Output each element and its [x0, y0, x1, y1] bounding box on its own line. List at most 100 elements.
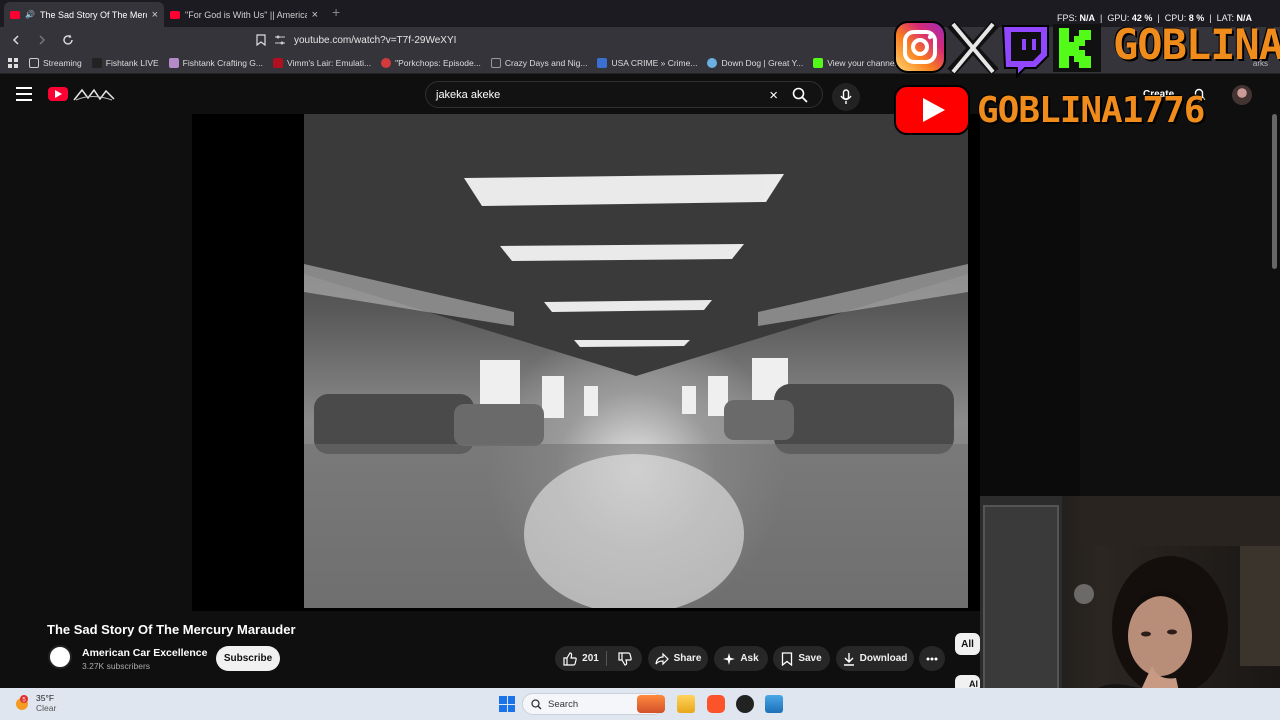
- stat-cpu-label: CPU: [1164, 13, 1184, 23]
- speaker-icon[interactable]: 🔊: [25, 10, 35, 19]
- weather-text: 35°F Clear: [36, 693, 56, 713]
- site-info-icon[interactable]: [274, 34, 286, 46]
- file-explorer-icon[interactable]: [677, 695, 695, 713]
- stream-social-overlay: GOBLINA911 GOBLINA1776: [893, 18, 1280, 136]
- bookmark-fishtank-crafting[interactable]: Fishtank Crafting G...: [168, 58, 263, 68]
- video-player[interactable]: [192, 114, 980, 611]
- bookmark-vimms-lair[interactable]: Vimm's Lair: Emulati...: [272, 58, 371, 68]
- channel-name[interactable]: American Car Excellence: [82, 647, 208, 659]
- instagram-icon: [894, 21, 946, 73]
- clear-search-icon[interactable]: ×: [769, 87, 778, 104]
- like-button[interactable]: 201: [555, 646, 607, 671]
- bookmark-usa-crime[interactable]: USA CRIME » Crime...: [597, 58, 697, 68]
- folder-icon: [29, 58, 39, 68]
- search-icon[interactable]: [792, 87, 808, 103]
- subscribe-button[interactable]: Subscribe: [216, 646, 280, 671]
- twitch-icon: [1001, 25, 1049, 79]
- save-bookmark-icon: [782, 651, 793, 666]
- site-icon: [597, 58, 608, 68]
- site-icon: [168, 58, 179, 68]
- webcam-feed: [980, 496, 1280, 720]
- forward-button[interactable]: [34, 32, 50, 48]
- close-tab-icon[interactable]: ×: [152, 9, 158, 21]
- bookmark-label: Fishtank LIVE: [105, 58, 159, 68]
- weather-condition: Clear: [36, 703, 57, 713]
- youtube-logo-icon[interactable]: [48, 87, 68, 101]
- tab-sad-story[interactable]: 🔊 The Sad Story Of The Mercury ×: [4, 2, 164, 27]
- youtube-favicon-icon: [170, 10, 180, 19]
- url-bar[interactable]: youtube.com/watch?v=T7f-29WeXYI: [256, 30, 886, 50]
- brave-browser-icon[interactable]: [707, 695, 725, 713]
- bookmark-streaming[interactable]: Streaming: [29, 58, 82, 68]
- search-icon: [531, 698, 542, 709]
- stat-lat-label: LAT: [1216, 13, 1232, 23]
- dislike-button[interactable]: [607, 646, 642, 671]
- bookmark-porkchops[interactable]: "Porkchops: Episode...: [381, 58, 481, 68]
- windows-start-icon[interactable]: [499, 696, 515, 712]
- weather-widget[interactable]: 5 35°F Clear: [14, 693, 56, 713]
- url-text[interactable]: youtube.com/watch?v=T7f-29WeXYI: [294, 35, 456, 46]
- more-horizontal-icon: [926, 657, 938, 660]
- more-actions-button[interactable]: [919, 646, 945, 671]
- thumbs-down-icon: [617, 651, 632, 666]
- new-tab-button[interactable]: +: [324, 4, 348, 24]
- bookmark-down-dog[interactable]: Down Dog | Great Y...: [707, 58, 803, 68]
- tab-title: "For God is With Us" || American Ort: [185, 9, 307, 20]
- site-icon: [272, 58, 283, 68]
- subscriber-count: 3.27K subscribers: [82, 661, 151, 671]
- menu-icon[interactable]: [16, 87, 32, 101]
- video-frame-parking-garage: [304, 114, 968, 608]
- thumbs-up-icon: [563, 651, 577, 666]
- stat-gpu-label: GPU: [1107, 13, 1127, 23]
- share-button[interactable]: Share: [648, 646, 708, 671]
- download-icon: [843, 652, 854, 666]
- webcam-person: [980, 496, 1280, 720]
- youtube-doodle-logo[interactable]: [72, 87, 116, 103]
- page-scrollbar[interactable]: [1272, 114, 1277, 269]
- bookmark-label: Down Dog | Great Y...: [721, 58, 804, 68]
- weather-sun-icon: 5: [16, 695, 28, 710]
- windows-taskbar: 5 35°F Clear Search: [0, 688, 1280, 720]
- back-button[interactable]: [8, 32, 24, 48]
- search-input[interactable]: jakeka akeke: [436, 89, 500, 101]
- taskbar-search-placeholder: Search: [548, 698, 579, 710]
- handle-top: GOBLINA911: [1113, 20, 1280, 69]
- notepad-icon[interactable]: [765, 695, 783, 713]
- download-button[interactable]: Download: [836, 646, 914, 671]
- performance-stats: FPS: N/A | GPU: 42 % | CPU: 8 % | LAT: N…: [1057, 13, 1253, 23]
- stat-lat-value: N/A: [1236, 13, 1253, 23]
- youtube-icon: [894, 85, 970, 135]
- screen: 🔊 The Sad Story Of The Mercury × "For Go…: [0, 0, 1280, 720]
- apps-grid-icon[interactable]: [8, 57, 19, 69]
- bookmark-label: USA CRIME » Crime...: [611, 58, 698, 68]
- filter-chip-all[interactable]: All: [955, 633, 980, 655]
- kick-icon: [813, 58, 824, 68]
- save-label: Save: [798, 653, 822, 664]
- save-button[interactable]: Save: [773, 646, 830, 671]
- obs-studio-icon[interactable]: [736, 695, 754, 713]
- site-icon: [490, 58, 501, 68]
- video-title: The Sad Story Of The Mercury Marauder: [47, 622, 296, 637]
- voice-search-button[interactable]: [832, 83, 860, 111]
- like-count: 201: [582, 653, 599, 664]
- search-highlight-icon[interactable]: [637, 695, 665, 713]
- ask-button[interactable]: Ask: [714, 646, 768, 671]
- bookmark-crazy-days[interactable]: Crazy Days and Nig...: [490, 58, 587, 68]
- channel-avatar[interactable]: [48, 645, 72, 669]
- kick-icon: [1053, 24, 1101, 72]
- parking-garage-scene: [304, 114, 968, 608]
- youtube-favicon-icon: [10, 10, 20, 19]
- stat-gpu-value: 42 %: [1131, 13, 1153, 23]
- bookmark-label: Streaming: [43, 58, 82, 68]
- microphone-icon: [840, 89, 852, 104]
- reload-button[interactable]: [60, 32, 76, 48]
- close-tab-icon[interactable]: ×: [312, 9, 318, 21]
- share-icon: [654, 652, 669, 665]
- bookmark-fishtank-live[interactable]: Fishtank LIVE: [91, 58, 159, 68]
- bookmark-view-your-channel[interactable]: View your channel: [813, 58, 897, 68]
- bookmark-icon[interactable]: [256, 34, 266, 46]
- search-box[interactable]: jakeka akeke ×: [425, 81, 823, 108]
- fish-icon: [91, 58, 102, 68]
- tab-for-god-is-with-us[interactable]: "For God is With Us" || American Ort ×: [164, 2, 324, 27]
- bookmark-label: Fishtank Crafting G...: [182, 58, 263, 68]
